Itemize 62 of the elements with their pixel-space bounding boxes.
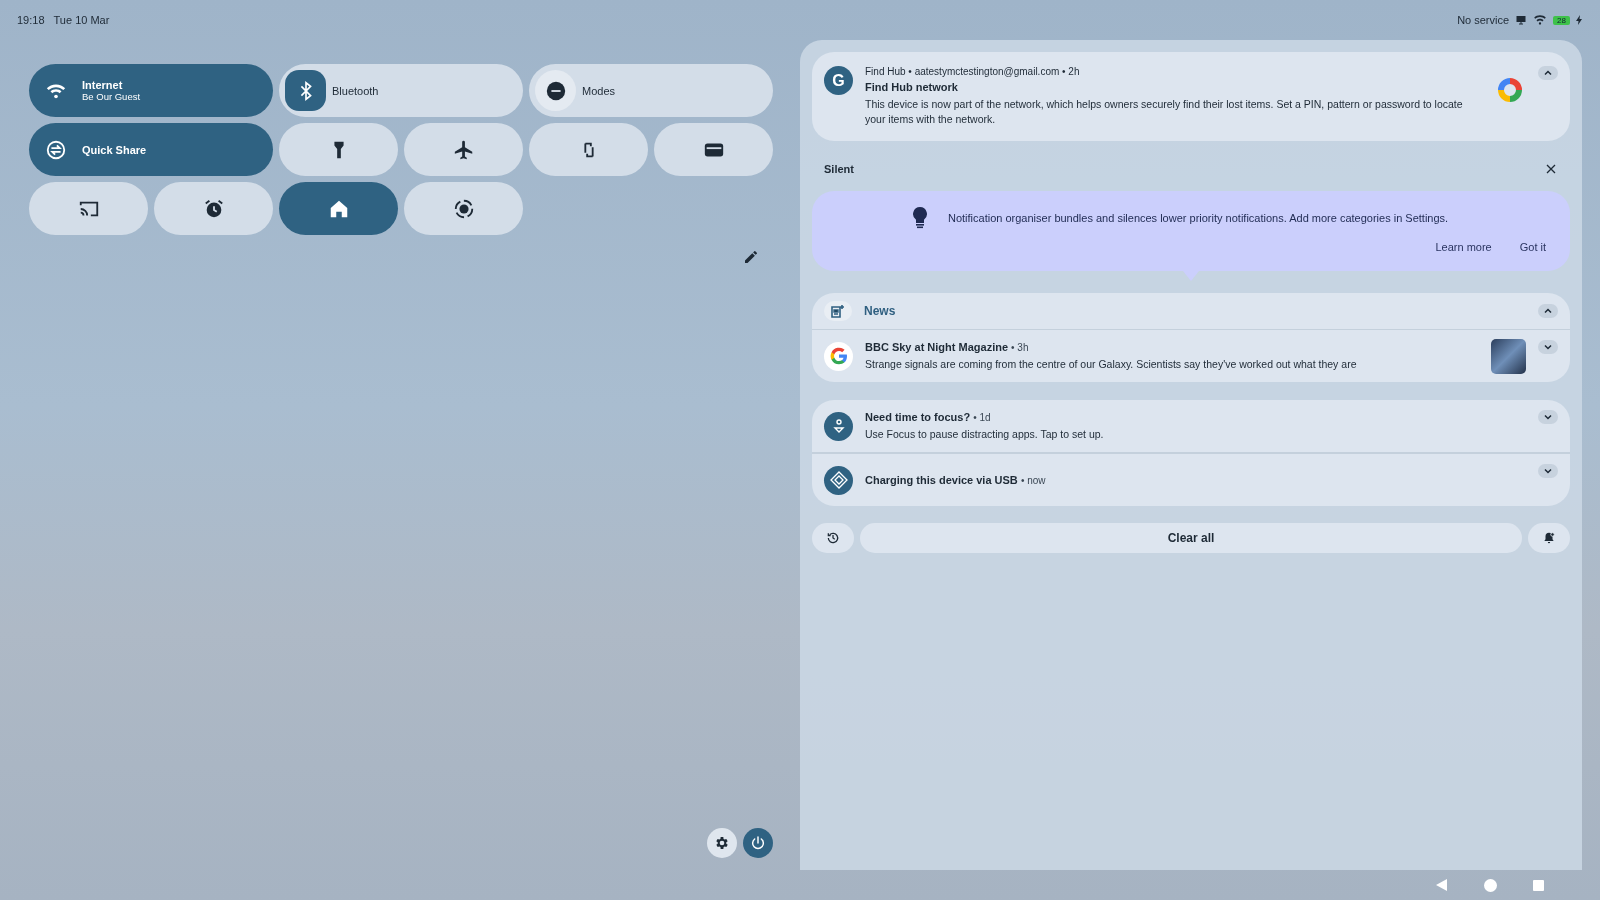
record-icon	[452, 197, 475, 220]
status-date: Tue 10 Mar	[53, 14, 110, 26]
focus-icon	[824, 411, 853, 441]
quick-settings-toggle[interactable]	[529, 123, 648, 176]
bell-settings-icon	[1542, 531, 1556, 546]
wifi-icon	[1533, 14, 1548, 26]
notification-text: This device is now part of the network, which helps owners securely find their lost items. Set a PIN, pattern or password to locate your items with the network.	[865, 97, 1464, 128]
organiser-text: Notification organiser bundles and silences lower priority notifications. Add more categories in Settings.	[948, 212, 1449, 225]
quick-settings-toggle[interactable]	[279, 182, 398, 235]
power-button[interactable]	[743, 828, 773, 858]
lightbulb-icon	[912, 207, 928, 230]
quick-settings-tile[interactable]: Modes	[529, 64, 773, 117]
quick-settings-toggle[interactable]	[404, 182, 523, 235]
quick-settings-toggle[interactable]	[404, 123, 523, 176]
power-icon	[750, 835, 766, 851]
monitor-icon	[1515, 14, 1528, 26]
notification-meta: Find Hub • aatestymctestington@gmail.com • 2h	[865, 66, 1080, 77]
app-avatar: G	[824, 66, 853, 95]
quick-settings-toggle[interactable]	[29, 182, 148, 235]
collapse-button[interactable]	[1538, 66, 1558, 80]
share-icon	[44, 138, 67, 161]
history-icon	[826, 531, 840, 546]
notification-title: BBC Sky at Night Magazine • 3h	[865, 340, 1029, 353]
news-icon	[824, 301, 852, 322]
expand-button[interactable]	[1538, 340, 1558, 355]
settings-icon	[714, 835, 730, 851]
minus-circle-icon	[544, 79, 567, 102]
battery-level: 28	[1553, 15, 1570, 25]
settings-button[interactable]	[707, 828, 737, 858]
quick-settings-toggle[interactable]	[654, 123, 773, 176]
quick-settings-toggle[interactable]	[154, 182, 273, 235]
expand-button[interactable]	[1538, 410, 1558, 425]
banner-action[interactable]: Got it	[1517, 239, 1548, 256]
notification-card[interactable]: Charging this device via USB • now	[812, 452, 1570, 507]
quick-settings-toggle[interactable]	[279, 123, 398, 176]
notification-title: Need time to focus? • 1d	[865, 410, 991, 423]
notification-card[interactable]	[812, 52, 1570, 142]
edit-icon[interactable]	[743, 249, 759, 265]
quick-settings-tile[interactable]: Quick Share	[29, 123, 273, 176]
banner-action[interactable]: Learn more	[1433, 239, 1494, 256]
history-button[interactable]	[812, 523, 854, 554]
google-logo-icon	[824, 341, 853, 371]
clear-all-button[interactable]: Clear all	[860, 523, 1522, 554]
section-header: Silent	[824, 163, 854, 176]
collapse-button[interactable]	[1538, 304, 1558, 319]
notification-text: Strange signals are coming from the centre of our Galaxy. Scientists say they've worked out what they are	[865, 356, 1358, 372]
group-title: News	[864, 304, 897, 319]
quick-settings-tile[interactable]: Bluetooth	[279, 64, 523, 117]
notification-settings-button[interactable]	[1528, 523, 1570, 554]
quick-settings-tile[interactable]: Internet Be Our Guest	[29, 64, 273, 117]
charging-icon	[1576, 15, 1582, 25]
expand-button[interactable]	[1538, 464, 1558, 479]
photo-placeholder	[1491, 338, 1526, 374]
close-icon[interactable]	[1546, 164, 1556, 175]
carrier-text: No service	[1457, 14, 1510, 26]
status-time: 19:18	[17, 14, 45, 26]
notification-card[interactable]: Need time to focus? • 1d Use Focus to pause distracting apps. Tap to set up.	[812, 400, 1570, 453]
notification-title: Find Hub network	[865, 81, 959, 93]
airplane-icon	[452, 138, 475, 161]
notification-text: Use Focus to pause distracting apps. Tap to set up.	[865, 426, 1105, 442]
chevron-icon	[1543, 68, 1553, 78]
notification-title: Charging this device via USB • now	[865, 474, 1046, 487]
